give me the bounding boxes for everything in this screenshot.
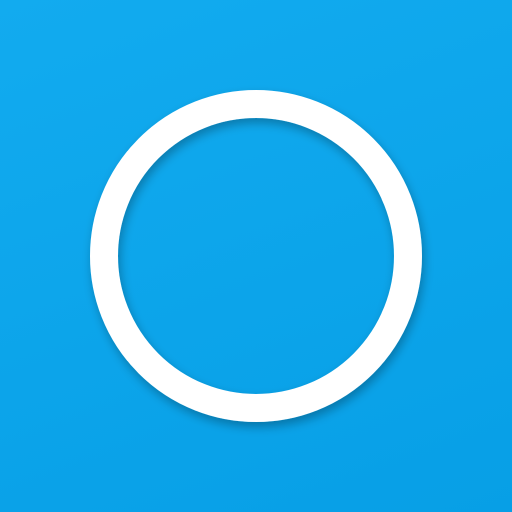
app-icon-background: [0, 0, 512, 512]
ring-shape: [90, 90, 422, 422]
circle-ring-icon: [90, 90, 422, 422]
